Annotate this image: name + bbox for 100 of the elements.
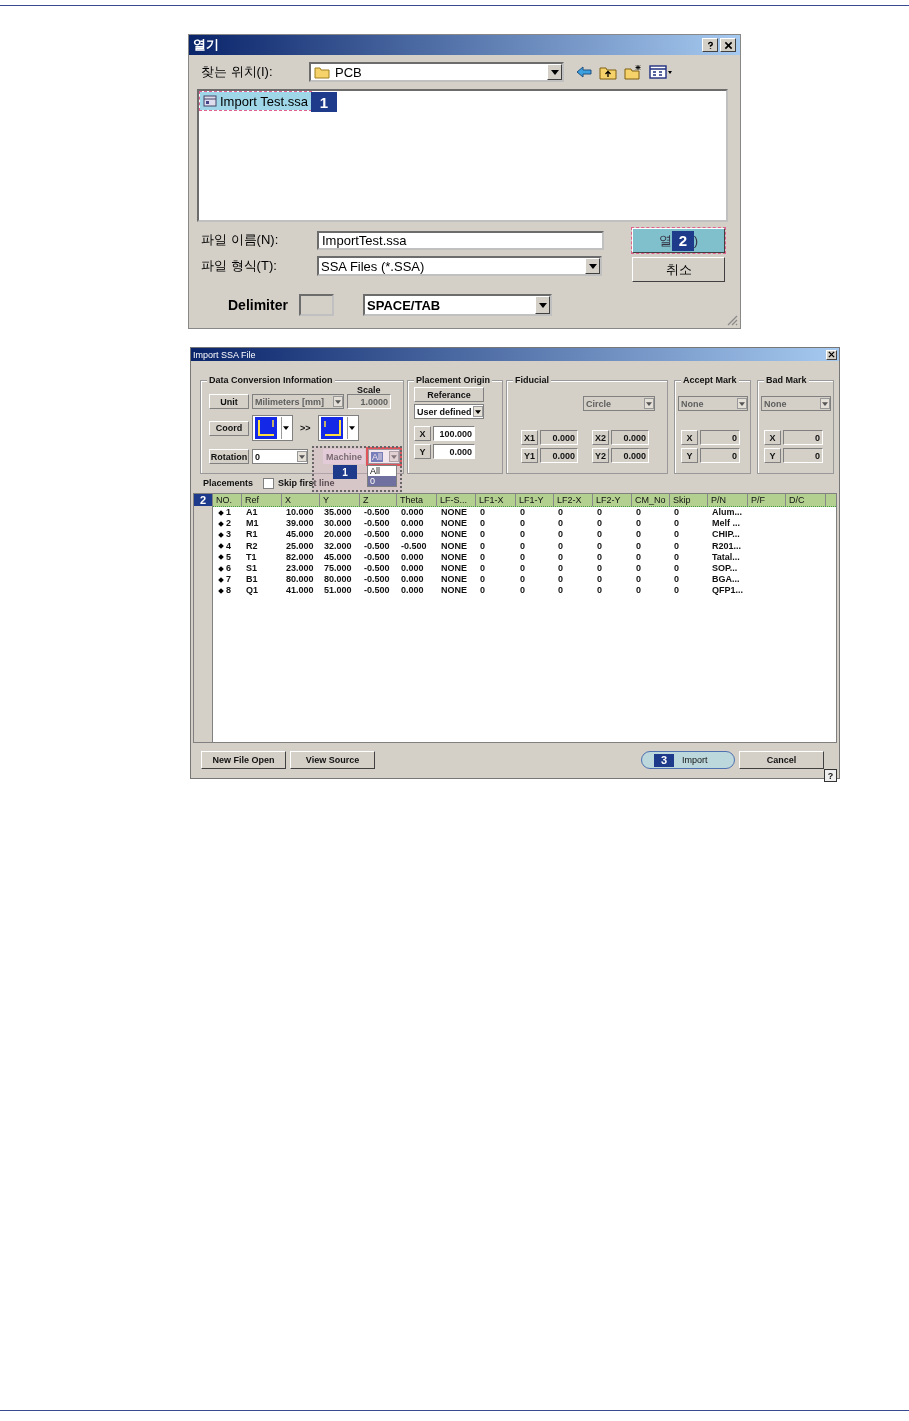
coord-dropdown[interactable] [317, 415, 359, 441]
resize-grip-icon[interactable] [726, 314, 738, 326]
column-header[interactable]: LF-S... [437, 494, 476, 506]
file-type-dropdown[interactable]: SSA Files (*.SSA) [317, 256, 602, 276]
table-cell-text: 80.000 [323, 574, 353, 586]
table-cell-text: 0 [596, 507, 603, 519]
checkbox-label: Skip first line [278, 478, 335, 488]
column-header[interactable]: X [282, 494, 320, 506]
dialog-button[interactable]: New File Open [201, 751, 286, 769]
view-menu-icon[interactable] [649, 65, 673, 79]
row-marker-icon [218, 588, 224, 594]
folder-up-icon[interactable] [599, 64, 617, 80]
caret-icon[interactable] [283, 426, 289, 430]
file-type-label: 파일 형식(T): [201, 257, 278, 275]
table-cell-text: SOP... [711, 562, 739, 575]
table-cell: 1 [213, 507, 242, 519]
fiducial-label: X1 [521, 430, 538, 445]
group-title: Data Conversion Information [207, 375, 335, 385]
coord-dropdown[interactable] [252, 415, 293, 441]
column-header[interactable]: D/C [786, 494, 826, 506]
table-cell-text: 0 [635, 518, 642, 530]
table-cell: 7 [213, 574, 242, 586]
dialog-button[interactable]: View Source [290, 751, 375, 769]
table-cell-text: R2 [245, 540, 259, 552]
axis-label: X [681, 430, 698, 445]
delimiter-field[interactable] [299, 294, 334, 316]
column-header[interactable]: NO. [213, 494, 242, 506]
import-button[interactable]: 3 Import [641, 751, 735, 769]
table-cell-text: -0.500 [363, 518, 391, 530]
column-header[interactable]: Y [320, 494, 360, 506]
scale-label: Scale [357, 385, 381, 395]
row-marker-icon [218, 509, 224, 516]
table-cell-text: 0 [519, 518, 526, 530]
axis-label: Y [764, 448, 781, 463]
table-cell-text: 0 [479, 574, 486, 586]
fiducial-label: Y1 [521, 448, 538, 463]
rotation-dropdown[interactable]: 0 [252, 449, 308, 464]
table-cell: 3 [213, 529, 242, 541]
column-header[interactable]: CM_No [632, 494, 670, 506]
table-cell-text: 35.000 [323, 507, 353, 519]
caret-icon[interactable] [348, 426, 355, 430]
column-header[interactable]: LF1-X [476, 494, 516, 506]
row-marker-icon [218, 565, 224, 572]
table-cell-text: CHIP... [711, 529, 741, 541]
row-marker-icon [218, 576, 224, 583]
column-header[interactable]: LF2-X [554, 494, 593, 506]
column-header[interactable]: LF1-Y [516, 494, 554, 506]
file-item[interactable]: Import Test.ssa [200, 92, 311, 110]
table-cell-text: NONE [440, 518, 468, 530]
column-header[interactable]: P/F [748, 494, 786, 506]
caret-icon[interactable] [475, 409, 481, 414]
delimiter-label: Delimiter [228, 297, 289, 313]
origin-field[interactable]: 0.000 [433, 444, 475, 459]
axis-label: X [414, 426, 431, 441]
callout-number: 1 [310, 92, 337, 112]
file-name-field[interactable]: ImportTest.ssa [317, 230, 604, 250]
table-cell-text: 23.000 [285, 562, 315, 575]
table-cell-text: 0 [635, 540, 642, 552]
dialog-button[interactable]: Cancel [739, 751, 824, 769]
table-cell-text: 0.000 [400, 585, 425, 597]
reference-button[interactable]: Referance [414, 387, 484, 402]
column-header[interactable]: Z [360, 494, 397, 506]
new-folder-icon[interactable] [624, 64, 642, 80]
axis-label: Y [681, 448, 698, 463]
origin-field[interactable]: 100.000 [433, 426, 475, 441]
machine-option[interactable]: 0 [368, 476, 396, 486]
table-cell-text: 0 [635, 574, 642, 586]
delimiter-dropdown[interactable]: SPACE/TAB [363, 294, 552, 316]
table-cell-text: Tatal... [711, 551, 741, 563]
table-cell-text: -0.500 [400, 540, 428, 552]
help-button[interactable]: ? [824, 769, 837, 782]
axis-label: X [764, 430, 781, 445]
table-cell-text: NONE [440, 540, 468, 552]
table-cell-text: 75.000 [323, 562, 353, 575]
back-arrow-icon[interactable] [576, 66, 592, 78]
table-cell-text: NONE [440, 507, 468, 519]
table-cell-text: QFP1... [711, 585, 744, 597]
skip-first-line-checkbox[interactable] [263, 477, 275, 489]
table-cell-text: 0 [596, 540, 603, 552]
column-header[interactable]: Ref [242, 494, 282, 506]
look-in-dropdown[interactable]: PCB [309, 62, 564, 82]
column-header[interactable]: Skip [670, 494, 708, 506]
caret-icon[interactable] [550, 69, 559, 75]
table-cell-text: 0 [673, 551, 680, 563]
table-cell-text: T1 [245, 551, 258, 563]
column-header[interactable]: Theta [397, 494, 437, 506]
row-marker-icon [218, 554, 224, 561]
origin-mode-dropdown[interactable]: User defined [414, 404, 484, 419]
column-header[interactable]: LF2-Y [593, 494, 632, 506]
caret-icon[interactable] [588, 263, 597, 269]
caret-icon[interactable] [538, 302, 547, 308]
cancel-button[interactable]: 취소 [632, 257, 725, 282]
open-button[interactable]: 열 2 ) [632, 228, 725, 253]
coord-label: Coord [209, 420, 249, 436]
table-cell-text: NONE [440, 551, 468, 563]
row-marker-icon [218, 543, 224, 549]
table-cell-text: 82.000 [285, 551, 315, 563]
fiducial-label: X2 [592, 430, 609, 445]
machine-option[interactable]: All [368, 466, 396, 476]
column-header[interactable]: P/N [708, 494, 748, 506]
